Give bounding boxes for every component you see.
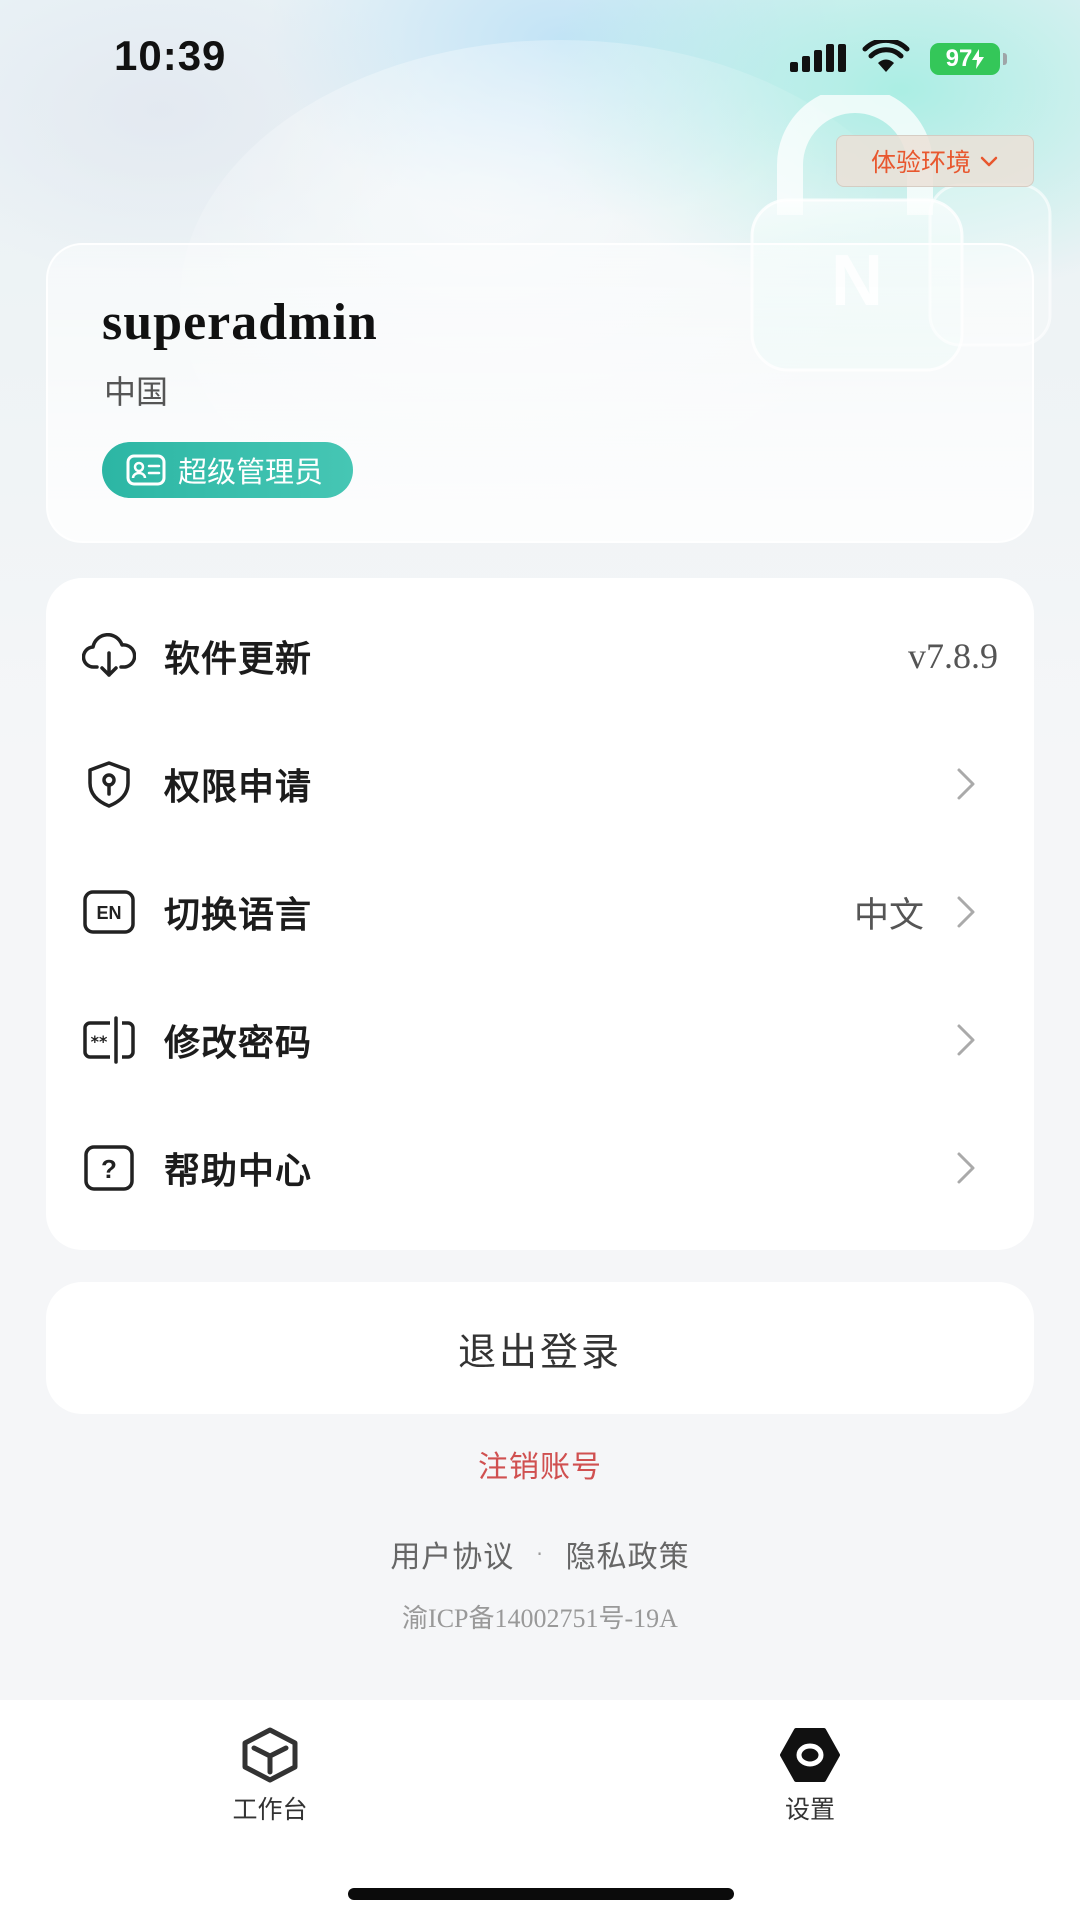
- password-icon: **: [82, 1013, 136, 1067]
- legal-links: 用户协议 · 隐私政策: [0, 1532, 1080, 1576]
- id-card-icon: [126, 454, 166, 486]
- privacy-policy-link[interactable]: 隐私政策: [566, 1532, 690, 1576]
- cube-icon: [242, 1727, 298, 1783]
- settings-hexagon-icon: [780, 1728, 840, 1782]
- version-value: v7.8.9: [908, 636, 998, 676]
- logout-label: 退出登录: [457, 1329, 622, 1374]
- menu-label-switch-language: 切换语言: [164, 895, 313, 936]
- profile-country: 中国: [104, 373, 169, 411]
- tab-label-settings: 设置: [784, 1795, 835, 1824]
- cloud-download-icon: [82, 629, 136, 683]
- svg-text:EN: EN: [96, 903, 121, 923]
- language-value: 中文: [853, 895, 924, 936]
- logout-button[interactable]: 退出登录: [46, 1282, 1034, 1414]
- settings-menu: 软件更新 v7.8.9 权限申请 EN 切换语言 中文 ** 修改密码 ? 帮助…: [46, 578, 1034, 1250]
- menu-label-software-update: 软件更新: [164, 639, 313, 680]
- role-label: 超级管理员: [178, 455, 324, 489]
- shield-key-icon: [82, 757, 136, 811]
- cancel-account-link[interactable]: 注销账号: [0, 1442, 1080, 1486]
- battery-indicator: 97: [930, 43, 1000, 75]
- svg-text:**: **: [91, 1032, 108, 1051]
- icp-record: 渝ICP备14002751号-19A: [402, 1604, 678, 1633]
- cellular-signal-icon: [790, 44, 846, 72]
- home-indicator[interactable]: [348, 1888, 734, 1900]
- chevron-right-icon: [957, 896, 975, 928]
- status-time: 10:39: [114, 32, 227, 79]
- menu-item-permission-request[interactable]: 权限申请: [46, 720, 1034, 848]
- status-bar: 10:39 97: [0, 0, 1080, 118]
- menu-item-software-update[interactable]: 软件更新 v7.8.9: [46, 592, 1034, 720]
- menu-label-help-center: 帮助中心: [164, 1151, 313, 1192]
- role-badge: 超级管理员: [102, 442, 354, 498]
- tab-bar: 工作台 设置: [0, 1700, 1080, 1920]
- link-separator: ·: [536, 1542, 544, 1566]
- environment-selector[interactable]: 体验环境: [836, 135, 1034, 187]
- profile-card: superadmin 中国 超级管理员: [46, 243, 1034, 543]
- wifi-icon: [862, 40, 910, 72]
- user-agreement-link[interactable]: 用户协议: [390, 1532, 514, 1576]
- tab-label-workbench: 工作台: [232, 1795, 308, 1824]
- tab-settings[interactable]: 设置: [710, 1726, 910, 1826]
- chevron-right-icon: [957, 768, 975, 800]
- help-icon: ?: [82, 1141, 136, 1195]
- chevron-down-icon: [980, 156, 998, 167]
- menu-label-permission-request: 权限申请: [164, 767, 313, 808]
- menu-item-change-password[interactable]: ** 修改密码: [46, 976, 1034, 1104]
- chevron-right-icon: [957, 1152, 975, 1184]
- menu-item-switch-language[interactable]: EN 切换语言 中文: [46, 848, 1034, 976]
- menu-label-change-password: 修改密码: [164, 1023, 313, 1064]
- en-language-icon: EN: [82, 885, 136, 939]
- tab-workbench[interactable]: 工作台: [170, 1726, 370, 1826]
- battery-level: 97: [945, 45, 973, 72]
- svg-text:?: ?: [101, 1154, 117, 1184]
- profile-username: superadmin: [102, 294, 378, 351]
- menu-item-help-center[interactable]: ? 帮助中心: [46, 1104, 1034, 1232]
- battery-tip: [1003, 53, 1007, 65]
- charging-bolt-icon: [972, 49, 985, 69]
- environment-label: 体验环境: [870, 148, 971, 177]
- chevron-right-icon: [957, 1024, 975, 1056]
